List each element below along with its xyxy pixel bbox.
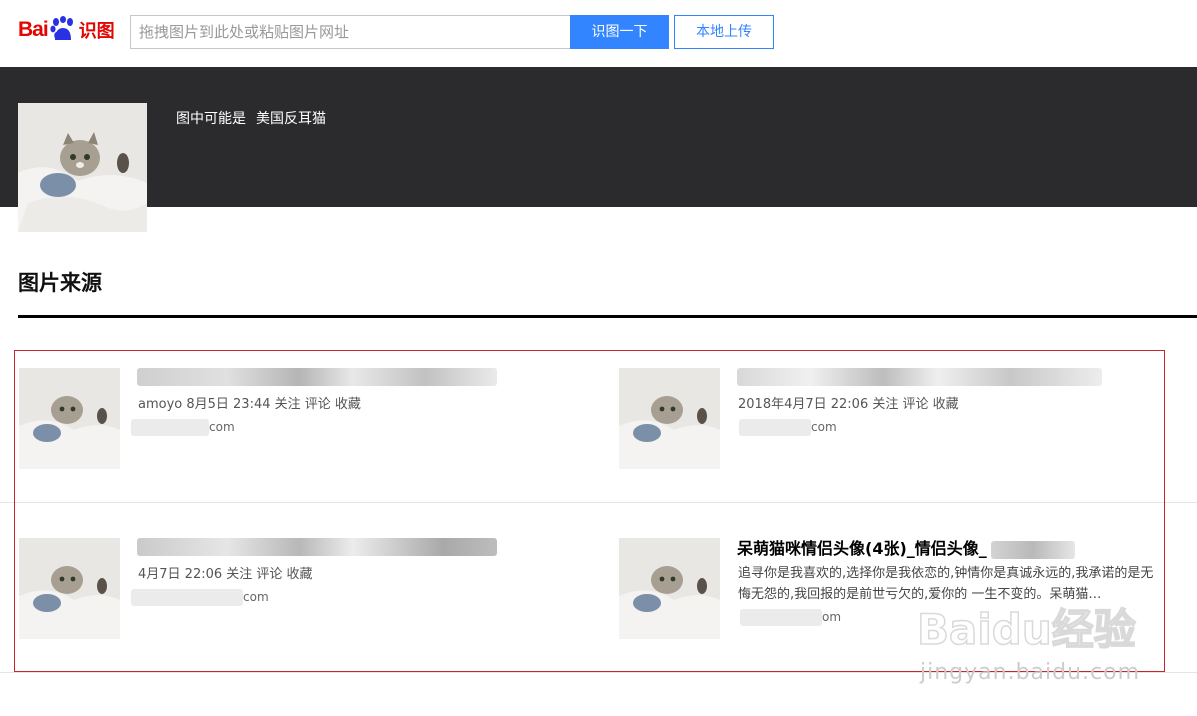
logo-bai-text: Bai — [18, 18, 49, 41]
upload-button[interactable]: 本地上传 — [674, 15, 774, 49]
watermark-url: jingyan.baidu.com — [920, 660, 1141, 685]
search-button[interactable]: 识图一下 — [570, 15, 669, 49]
guess-label: 图中可能是 — [176, 111, 246, 127]
top-bar: Bai du 识图 识图一下 本地上传 — [0, 0, 1197, 67]
recognition-guess: 图中可能是 美国反耳猫 — [176, 108, 326, 128]
guess-result[interactable]: 美国反耳猫 — [256, 111, 326, 127]
query-image[interactable] — [18, 103, 147, 232]
baidu-shitu-logo[interactable]: Bai du 识图 — [18, 10, 115, 50]
section-title: 图片来源 — [18, 271, 102, 295]
logo-product-text: 识图 — [78, 21, 115, 41]
logo-du-text: du — [53, 27, 70, 42]
baidu-jingyan-watermark: Baidu经验 — [916, 600, 1137, 700]
watermark-brand: Baidu经验 — [917, 605, 1136, 654]
paw-icon: du — [49, 16, 77, 44]
search-box — [130, 15, 571, 49]
result-banner — [0, 67, 1197, 207]
section-divider — [18, 315, 1197, 318]
image-url-input[interactable] — [131, 16, 571, 48]
